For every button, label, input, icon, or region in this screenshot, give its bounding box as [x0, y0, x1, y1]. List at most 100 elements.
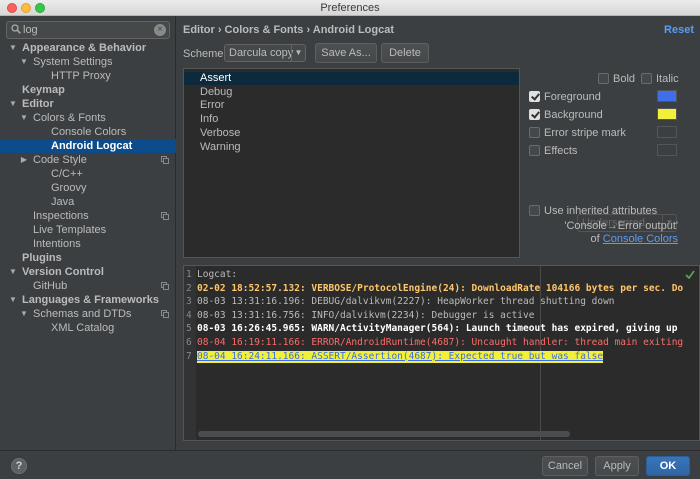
tree-item-label: System Settings — [33, 56, 113, 68]
scheme-label: Scheme: — [183, 48, 227, 60]
save-as-button[interactable]: Save As... — [315, 43, 377, 63]
tree-item[interactable]: Inspections — [0, 209, 176, 223]
clear-search-icon[interactable]: × — [154, 24, 166, 36]
cancel-button[interactable]: Cancel — [542, 456, 588, 476]
tree-item[interactable]: Java — [0, 195, 176, 209]
apply-button[interactable]: Apply — [595, 456, 639, 476]
italic-checkbox[interactable] — [641, 73, 652, 84]
help-button[interactable]: ? — [11, 458, 27, 474]
preview-line: 3 08-03 13:31:16.196: DEBUG/dalvikvm(2227… — [184, 296, 699, 308]
tree-item[interactable]: ▼ Appearance & Behavior — [0, 41, 176, 55]
expand-arrow-icon[interactable]: ▼ — [8, 293, 18, 307]
inherit-attributes-checkbox[interactable] — [529, 205, 540, 216]
delete-button[interactable]: Delete — [381, 43, 429, 63]
window-titlebar: Preferences — [0, 0, 700, 16]
tree-item-label: Console Colors — [51, 126, 127, 138]
tree-item-label: GitHub — [33, 280, 68, 292]
tree-item-label: Intentions — [33, 238, 81, 250]
line-number: 7 — [186, 350, 192, 362]
log-level-item[interactable]: Info — [184, 113, 519, 126]
preview-line-text: 08-04 16:24:11.166: ASSERT/Assertion(468… — [197, 350, 604, 363]
collapse-arrow-icon[interactable]: ▶ — [19, 153, 29, 167]
settings-tree: ▼ Appearance & Behavior ▼ System Settings HT… — [0, 41, 176, 335]
effects-label: Effects — [544, 145, 578, 157]
scheme-select[interactable]: Darcula copy ▼ — [224, 44, 306, 62]
tree-item[interactable]: Intentions — [0, 237, 176, 251]
tree-item-label: Version Control — [22, 266, 104, 278]
preview-line: 6 08-04 16:19:11.166: ERROR/AndroidRuntim… — [184, 337, 699, 349]
tree-item[interactable]: ▼ Version Control — [0, 265, 176, 279]
chevron-down-icon: ▼ — [291, 45, 305, 61]
tree-item-label: Code Style — [33, 154, 87, 166]
project-settings-icon — [161, 212, 169, 220]
tree-item[interactable]: Plugins — [0, 251, 176, 265]
expand-arrow-icon[interactable]: ▼ — [19, 55, 29, 69]
reset-link[interactable]: Reset — [664, 24, 694, 36]
tree-item[interactable]: ▶ Code Style — [0, 153, 176, 167]
horizontal-scrollbar[interactable] — [198, 431, 570, 437]
tree-item[interactable]: Groovy — [0, 181, 176, 195]
expand-arrow-icon[interactable]: ▼ — [8, 265, 18, 279]
log-level-item[interactable]: Debug — [184, 86, 519, 99]
expand-arrow-icon[interactable]: ▼ — [8, 97, 18, 111]
settings-search-box[interactable]: × — [6, 21, 170, 39]
tree-item-label: Appearance & Behavior — [22, 42, 147, 54]
line-number: 1 — [186, 269, 192, 280]
line-number: 2 — [186, 282, 192, 294]
preview-line-text: 08-04 16:19:11.166: ERROR/AndroidRuntime… — [197, 337, 684, 348]
tree-item[interactable]: ▼ Schemas and DTDs — [0, 307, 176, 321]
background-checkbox[interactable] — [529, 109, 540, 120]
expand-arrow-icon[interactable]: ▼ — [19, 307, 29, 321]
log-level-item[interactable]: Warning — [184, 141, 519, 154]
tree-item-label: Groovy — [51, 182, 87, 194]
tree-item[interactable]: ▼ Colors & Fonts — [0, 111, 176, 125]
inherited-from-line: of Console Colors — [591, 233, 678, 245]
error-stripe-color-swatch[interactable] — [657, 126, 677, 138]
tree-item-label: Languages & Frameworks — [22, 294, 159, 306]
preview-line-text: 08-03 13:31:16.756: INFO/dalvikvm(2234):… — [197, 309, 535, 321]
tree-item[interactable]: HTTP Proxy — [0, 69, 176, 83]
tree-item-label: Colors & Fonts — [33, 112, 106, 124]
settings-search-input[interactable] — [23, 23, 153, 37]
expand-arrow-icon[interactable]: ▼ — [8, 41, 18, 55]
line-number: 4 — [186, 309, 192, 321]
foreground-color-swatch[interactable] — [657, 90, 677, 102]
tree-item-label: Editor — [22, 98, 54, 110]
tree-item[interactable]: C/C++ — [0, 167, 176, 181]
tree-item[interactable]: ▼ System Settings — [0, 55, 176, 69]
preview-line: 4 08-03 13:31:16.756: INFO/dalvikvm(2234)… — [184, 310, 699, 322]
project-settings-icon — [161, 156, 169, 164]
line-number: 3 — [186, 296, 192, 308]
no-problems-check-icon — [685, 270, 695, 280]
tree-item[interactable]: Console Colors — [0, 125, 176, 139]
error-stripe-label: Error stripe mark — [544, 127, 626, 139]
expand-arrow-icon[interactable]: ▼ — [19, 111, 29, 125]
effects-color-swatch[interactable] — [657, 144, 677, 156]
error-stripe-checkbox[interactable] — [529, 127, 540, 138]
log-level-item[interactable]: Verbose — [184, 127, 519, 140]
logcat-preview: 1 Logcat: 2 02-02 18:52:57.132: VERBOSE/Pro… — [183, 265, 700, 441]
background-label: Background — [544, 109, 603, 121]
tree-item[interactable]: XML Catalog — [0, 321, 176, 335]
tree-item[interactable]: Keymap — [0, 83, 176, 97]
breadcrumb: Editor › Colors & Fonts › Android Logcat — [183, 24, 395, 36]
tree-item-label: Inspections — [33, 210, 89, 222]
console-colors-link[interactable]: Console Colors — [603, 233, 678, 245]
tree-item[interactable]: Live Templates — [0, 223, 176, 237]
effects-checkbox[interactable] — [529, 145, 540, 156]
ok-button[interactable]: OK — [646, 456, 690, 476]
bold-checkbox[interactable] — [598, 73, 609, 84]
tree-item[interactable]: Android Logcat — [0, 139, 176, 153]
tree-item[interactable]: GitHub — [0, 279, 176, 293]
log-level-item[interactable]: Assert — [184, 72, 519, 85]
tree-item-label: Schemas and DTDs — [33, 308, 132, 320]
foreground-checkbox[interactable] — [529, 91, 540, 102]
log-level-list: Assert Debug Error Info Verbose Warning — [183, 68, 520, 258]
tree-item[interactable]: ▼ Languages & Frameworks — [0, 293, 176, 307]
tree-item-label: Java — [51, 196, 75, 208]
line-number: 6 — [186, 337, 192, 348]
background-color-swatch[interactable] — [657, 108, 677, 120]
tree-item[interactable]: ▼ Editor — [0, 97, 176, 111]
log-level-item[interactable]: Error — [184, 99, 519, 112]
tree-item-label: C/C++ — [51, 168, 83, 180]
